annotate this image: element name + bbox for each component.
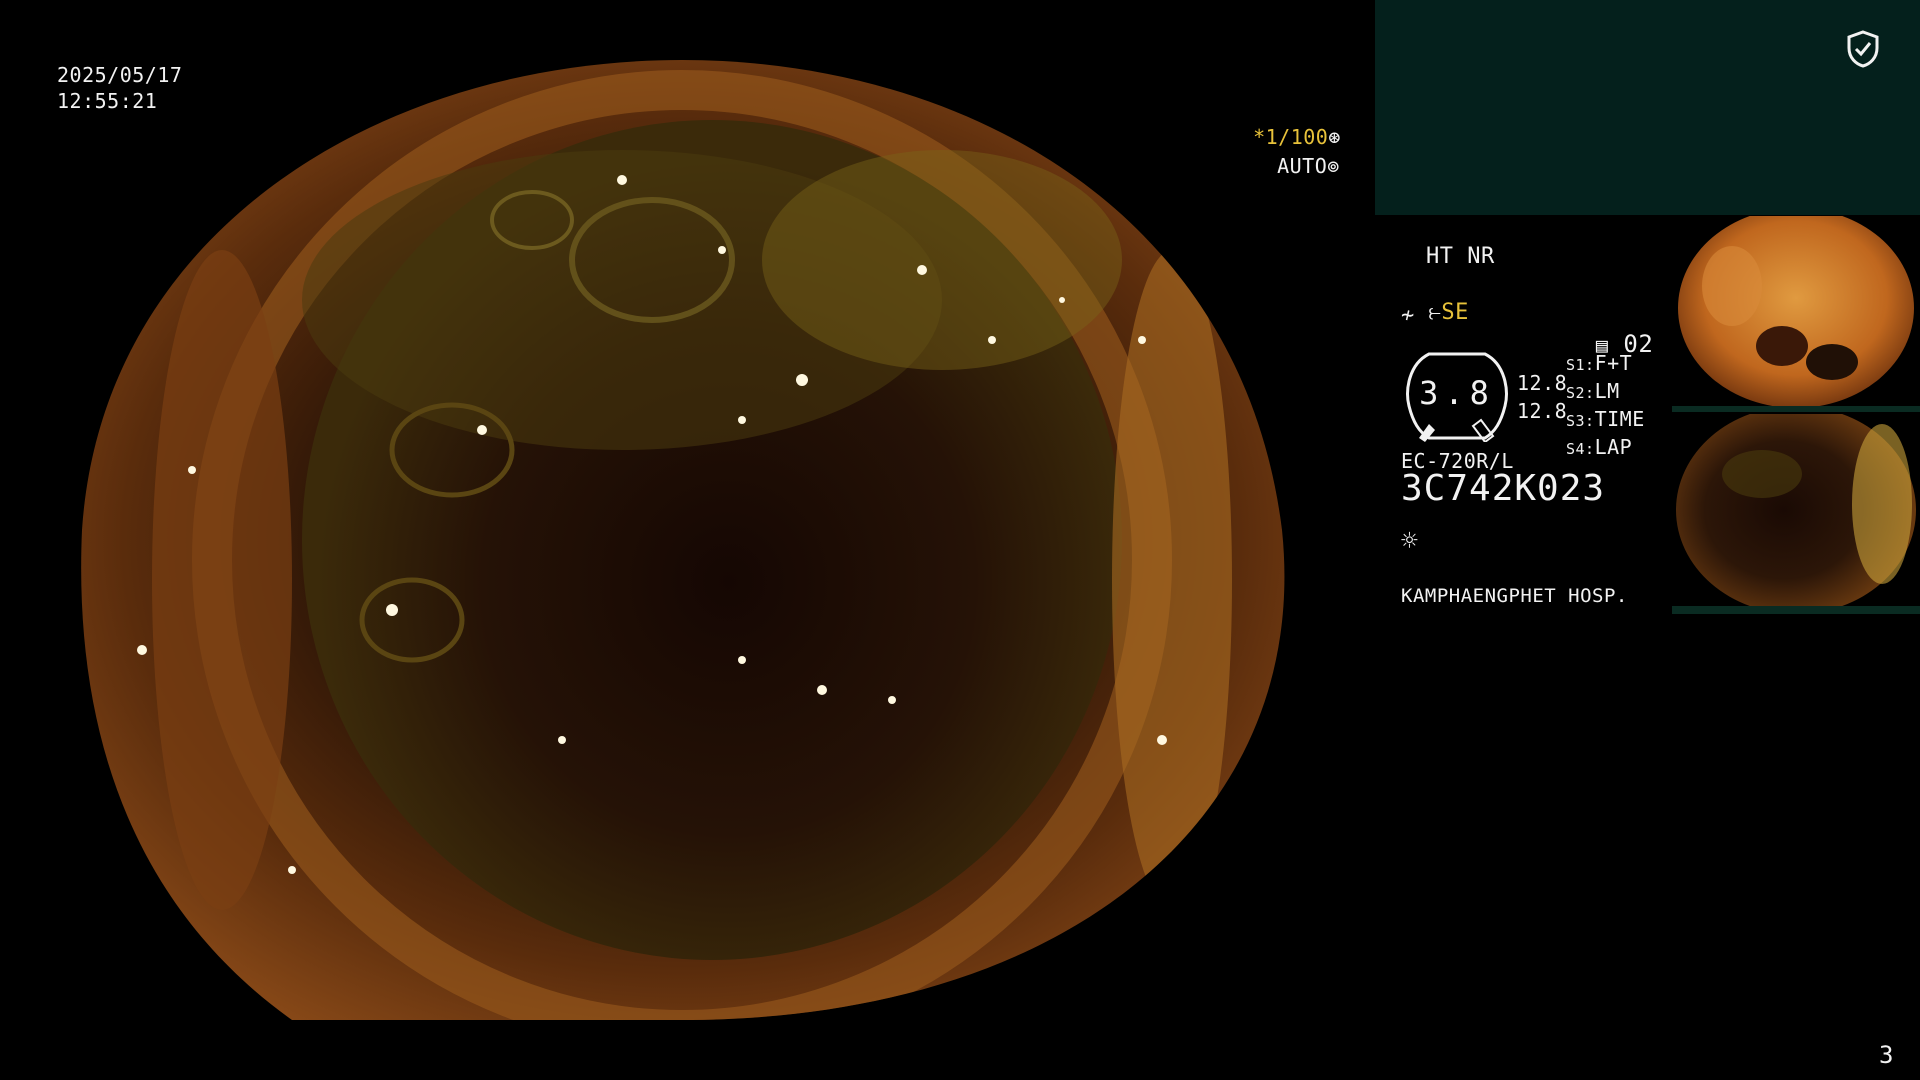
date-label: 2025/05/17	[57, 63, 183, 87]
processing-modes: HT NR	[1426, 244, 1495, 269]
exposure-mode: AUTO⊚	[1252, 127, 1340, 179]
switch-item: S4:LAP	[1566, 435, 1633, 459]
filter-icon: ≁	[1401, 303, 1415, 328]
switch-item: S2:LM	[1566, 379, 1620, 403]
hospital-name: KAMPHAENGPHET HOSP.	[1401, 585, 1628, 607]
switch-item: S1:F+T	[1566, 351, 1633, 375]
thumbnail-1[interactable]	[1672, 216, 1920, 412]
exposure-mode-value: AUTO	[1277, 154, 1328, 178]
gauge-value: 3.8	[1419, 374, 1495, 412]
gauge-left-value: 12.8	[1517, 371, 1568, 395]
enhance-label: SE	[1441, 300, 1469, 325]
time-label: 12:55:21	[57, 89, 158, 113]
switch-list: S1:F+T S2:LM S3:TIME S4:LAP	[1566, 350, 1645, 462]
thumbnail-2[interactable]	[1672, 414, 1920, 614]
scope-serial: 3C742K023	[1401, 468, 1606, 509]
endoscope-view	[62, 60, 1302, 1020]
shield-check-icon	[1847, 30, 1879, 68]
page-number: 3	[1879, 1041, 1894, 1069]
enhance-icon: ⥼	[1428, 300, 1442, 325]
iris-icon: ⊚	[1327, 154, 1340, 178]
switch-item: S3:TIME	[1566, 407, 1645, 431]
status-panel	[1375, 0, 1920, 215]
brightness-icon: ☼	[1401, 524, 1419, 557]
gauge-right-value: 12.8	[1517, 399, 1568, 423]
